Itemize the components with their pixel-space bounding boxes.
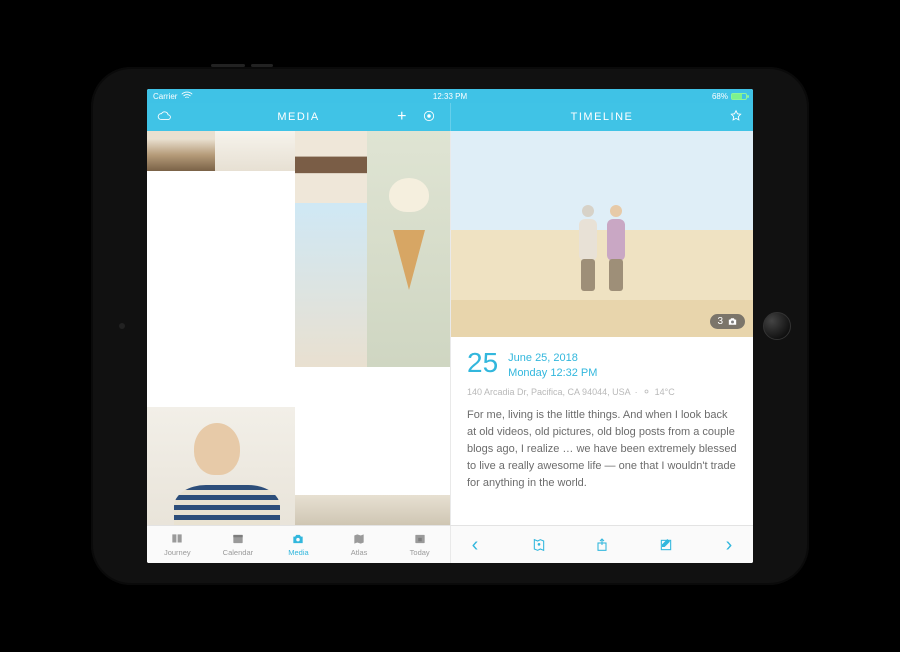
device-switch — [211, 64, 245, 67]
front-camera — [119, 323, 125, 329]
header-right-pane: TIMELINE — [450, 103, 753, 131]
media-thumbnail[interactable] — [147, 407, 295, 525]
edit-entry-button[interactable] — [652, 531, 680, 559]
entry-content: 25 June 25, 2018 Monday 12:32 PM 140 Arc… — [451, 337, 753, 525]
entry-location: 140 Arcadia Dr, Pacifica, CA 94044, USA — [467, 387, 631, 397]
bottom-toolbars: Journey Calendar Media Atlas Today — [147, 525, 753, 563]
map-location-button[interactable] — [525, 531, 553, 559]
media-title: MEDIA — [277, 111, 319, 123]
battery-icon — [731, 93, 747, 100]
battery-pct: 68% — [712, 92, 728, 101]
next-entry-button[interactable]: › — [715, 531, 743, 559]
entry-day-number: 25 — [467, 349, 498, 377]
today-icon — [412, 532, 428, 546]
app-header: MEDIA + TIMELINE — [147, 103, 753, 131]
tab-label: Today — [410, 548, 430, 557]
tab-atlas[interactable]: Atlas — [329, 526, 390, 563]
weather-icon — [642, 387, 651, 396]
tab-label: Journey — [164, 548, 191, 557]
tab-label: Calendar — [223, 548, 253, 557]
media-thumbnail[interactable] — [295, 131, 367, 203]
add-entry-button[interactable]: + — [397, 109, 408, 125]
tab-calendar[interactable]: Calendar — [208, 526, 269, 563]
tab-label: Media — [288, 548, 308, 557]
device-switch-2 — [251, 64, 273, 67]
entry-hero-photo[interactable]: 3 — [451, 131, 753, 337]
media-thumbnail[interactable] — [295, 203, 367, 367]
camera-icon — [727, 316, 738, 327]
tab-today[interactable]: Today — [389, 526, 450, 563]
prev-entry-button[interactable]: ‹ — [461, 531, 489, 559]
meta-separator: · — [635, 387, 638, 397]
entry-date: June 25, 2018 — [508, 351, 597, 366]
media-thumbnail[interactable] — [215, 131, 295, 171]
photo-count-badge[interactable]: 3 — [710, 314, 745, 329]
status-bar: Carrier 12:33 PM 68% — [147, 89, 753, 103]
book-icon — [169, 532, 185, 546]
view-mode-button[interactable] — [422, 109, 436, 126]
calendar-icon — [230, 532, 246, 546]
timeline-title: TIMELINE — [571, 111, 634, 123]
media-thumbnail[interactable] — [147, 131, 215, 171]
map-icon — [351, 532, 367, 546]
media-pane — [147, 131, 450, 525]
ipad-device-frame: Carrier 12:33 PM 68% MEDIA + — [91, 67, 809, 585]
home-button[interactable] — [763, 312, 791, 340]
timeline-pane: 3 25 June 25, 2018 Monday 12:32 PM 140 A… — [450, 131, 753, 525]
main-tabbar: Journey Calendar Media Atlas Today — [147, 526, 450, 563]
favorite-button[interactable] — [729, 109, 743, 126]
entry-weather: 14°C — [655, 387, 675, 397]
media-thumbnail[interactable] — [367, 131, 450, 367]
media-thumbnail[interactable] — [295, 495, 450, 525]
tab-media[interactable]: Media — [268, 526, 329, 563]
entry-weekday-time: Monday 12:32 PM — [508, 366, 597, 381]
cloud-sync-button[interactable] — [157, 109, 171, 126]
camera-icon — [290, 532, 306, 546]
tab-label: Atlas — [351, 548, 368, 557]
clock: 12:33 PM — [433, 92, 467, 101]
entry-toolbar: ‹ › — [450, 526, 753, 563]
media-grid[interactable] — [147, 131, 450, 525]
screen: Carrier 12:33 PM 68% MEDIA + — [147, 89, 753, 563]
entry-body-text: For me, living is the little things. And… — [467, 407, 737, 492]
carrier-label: Carrier — [153, 92, 177, 101]
photo-count-value: 3 — [717, 316, 723, 327]
tab-journey[interactable]: Journey — [147, 526, 208, 563]
share-export-button[interactable] — [588, 531, 616, 559]
wifi-icon — [180, 89, 194, 103]
header-left-pane: MEDIA + — [147, 103, 450, 131]
